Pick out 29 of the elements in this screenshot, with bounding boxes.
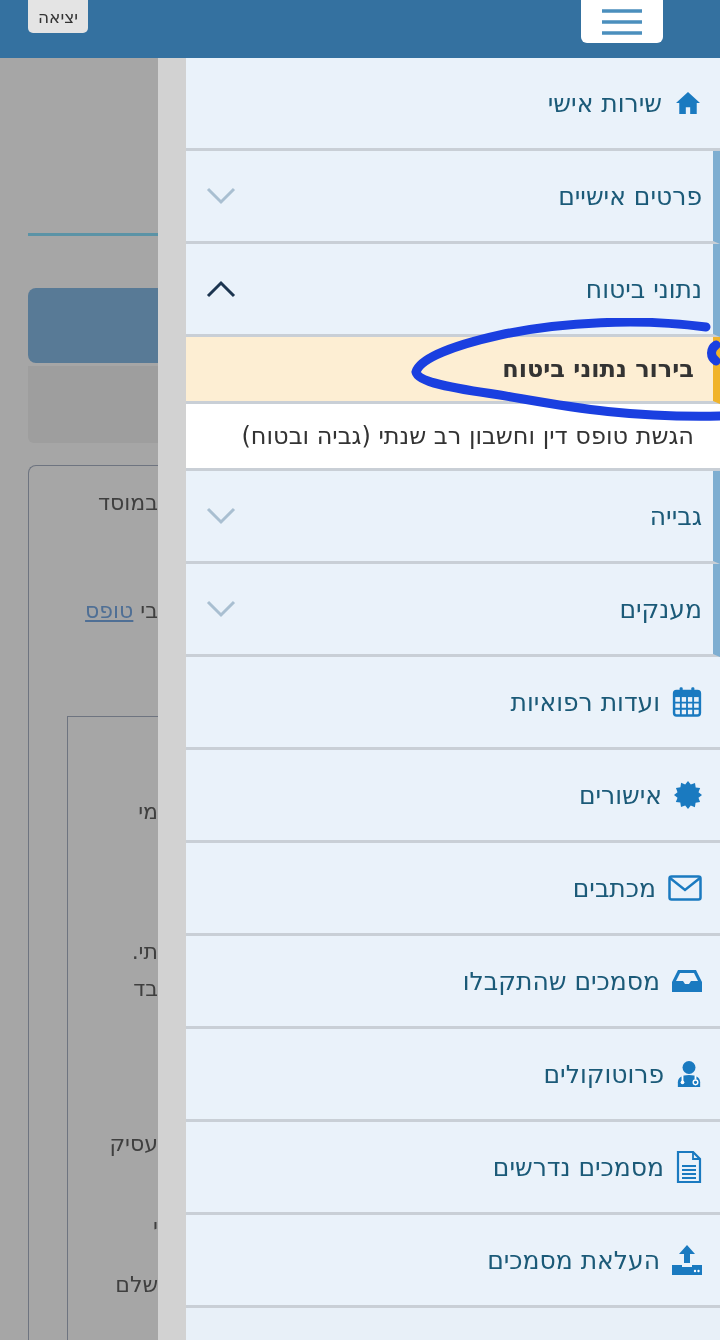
chevron-down-icon <box>206 187 236 205</box>
submenu-item[interactable]: בירור נתוני ביטוח <box>186 337 720 404</box>
exit-button[interactable]: יציאה <box>28 0 89 33</box>
inbox-icon <box>672 969 702 993</box>
menu-group[interactable]: פרטים אישיים <box>186 151 720 244</box>
page-text: עסיק <box>108 1130 158 1158</box>
page-text: י <box>152 1213 158 1241</box>
calendar-icon <box>672 686 702 718</box>
menu-group[interactable]: נתוני ביטוח <box>186 244 720 337</box>
document-icon <box>676 1151 702 1183</box>
menu-group[interactable]: מענקים <box>186 564 720 657</box>
envelope-icon <box>668 875 702 901</box>
menu-icon <box>602 8 642 35</box>
submenu-item[interactable]: הגשת טופס דין וחשבון רב שנתי (גביה ובטוח) <box>186 404 720 471</box>
menu-group[interactable]: גבייה <box>186 471 720 564</box>
page-text: בד <box>132 975 158 1003</box>
page-text: בי <box>140 598 158 623</box>
page-text: מי <box>137 798 158 826</box>
page-text: במוסד <box>97 489 158 517</box>
page-text: תי. <box>130 938 158 966</box>
menu-button[interactable] <box>581 0 663 43</box>
home-icon <box>674 91 702 115</box>
user-doctor-icon <box>676 1060 702 1088</box>
badge-icon <box>674 781 702 809</box>
chevron-up-icon <box>206 280 236 298</box>
chevron-down-icon <box>206 600 236 618</box>
chevron-down-icon <box>206 507 236 525</box>
upload-icon <box>672 1245 702 1275</box>
page-text: שלם <box>114 1271 158 1299</box>
